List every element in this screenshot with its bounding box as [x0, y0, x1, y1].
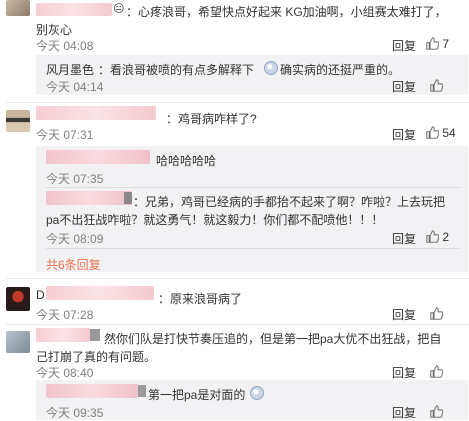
divider: [6, 324, 469, 325]
like-count: 2: [442, 230, 450, 244]
comment-text: 己打崩了真的有问题。: [36, 350, 157, 364]
avatar[interactable]: [6, 331, 30, 353]
reply-text: ：看浪哥被喷的有点多解释下: [98, 63, 255, 77]
avatar-mini: [138, 385, 146, 397]
divider: [46, 248, 460, 249]
reply-button[interactable]: 回复: [392, 306, 416, 323]
thumbs-up-icon: [426, 126, 439, 139]
comment-text: ：原来浪哥病了: [158, 292, 243, 306]
timestamp: 今天 04:08: [36, 39, 94, 53]
avatar-mini: [90, 329, 100, 341]
more-replies-link[interactable]: 共6条回复: [46, 256, 101, 273]
thumbs-up-icon: [426, 37, 439, 50]
timestamp: 今天 08:09: [46, 232, 104, 246]
reply-username-redacted[interactable]: [46, 191, 132, 205]
username[interactable]: D: [36, 288, 45, 302]
reply-button[interactable]: 回复: [392, 404, 416, 421]
timestamp: 今天 07:28: [36, 308, 94, 322]
timestamp: 今天 08:40: [36, 366, 94, 380]
reply-text: 确实病的还挺严重的。: [280, 63, 401, 77]
emoji-icon: [264, 61, 278, 75]
username-redacted[interactable]: [36, 328, 90, 342]
like-count: 7: [442, 37, 450, 51]
reply-username-redacted[interactable]: [46, 384, 138, 398]
reply-button[interactable]: 回复: [392, 126, 416, 143]
reply-text: pa不出狂战咋啦？就这勇气！就这毅力！你们都不配喷他！！！: [46, 213, 384, 227]
divider: [46, 187, 460, 188]
like-button[interactable]: 54: [426, 126, 456, 140]
avatar[interactable]: [6, 110, 30, 132]
thumbs-up-icon[interactable]: [430, 79, 443, 92]
emoji-icon: [250, 386, 264, 400]
reply-username-redacted[interactable]: [46, 150, 150, 164]
comment-text: 然你们队是打快节奏压追的，但是第一把pa大优不出狂战，把自: [104, 332, 442, 346]
username-redacted[interactable]: [36, 3, 112, 16]
comment-text: 别灰心: [36, 23, 73, 37]
like-count: 54: [442, 126, 456, 140]
thumbs-up-icon[interactable]: [430, 307, 443, 320]
comment-text: ：鸡哥病咋样了?: [166, 112, 257, 126]
like-button[interactable]: 2: [426, 230, 449, 244]
like-button[interactable]: 7: [426, 37, 449, 51]
thumbs-up-icon[interactable]: [430, 365, 443, 378]
reply-text: 哈哈哈哈哈: [156, 154, 217, 168]
emoji-icon: 😐: [113, 3, 125, 15]
divider: [6, 102, 469, 103]
avatar-mini: [124, 192, 132, 204]
divider: [6, 278, 469, 279]
username-redacted[interactable]: [36, 106, 156, 120]
thumbs-up-icon[interactable]: [430, 405, 443, 418]
reply-button[interactable]: 回复: [392, 78, 416, 95]
avatar[interactable]: [6, 0, 30, 16]
username-redacted[interactable]: [46, 286, 154, 300]
thumbs-up-icon: [426, 230, 439, 243]
timestamp: 今天 04:14: [46, 80, 104, 94]
timestamp: 今天 07:31: [36, 128, 94, 142]
reply-username[interactable]: 风月墨色: [46, 61, 94, 78]
avatar[interactable]: [6, 287, 30, 311]
reply-text: 第一把pa是对面的: [148, 388, 246, 402]
timestamp: 今天 09:35: [46, 406, 104, 420]
reply-button[interactable]: 回复: [392, 37, 416, 54]
reply-text: ：兄弟，鸡哥已经病的手都抬不起来了啊？咋啦？上去玩把: [133, 195, 446, 209]
reply-button[interactable]: 回复: [392, 230, 416, 247]
reply-button[interactable]: 回复: [392, 364, 416, 381]
timestamp: 今天 07:35: [46, 172, 104, 186]
comment-text: ：心疼浪哥，希望快点好起来 KG加油啊，小组赛太难打了，: [126, 5, 447, 19]
